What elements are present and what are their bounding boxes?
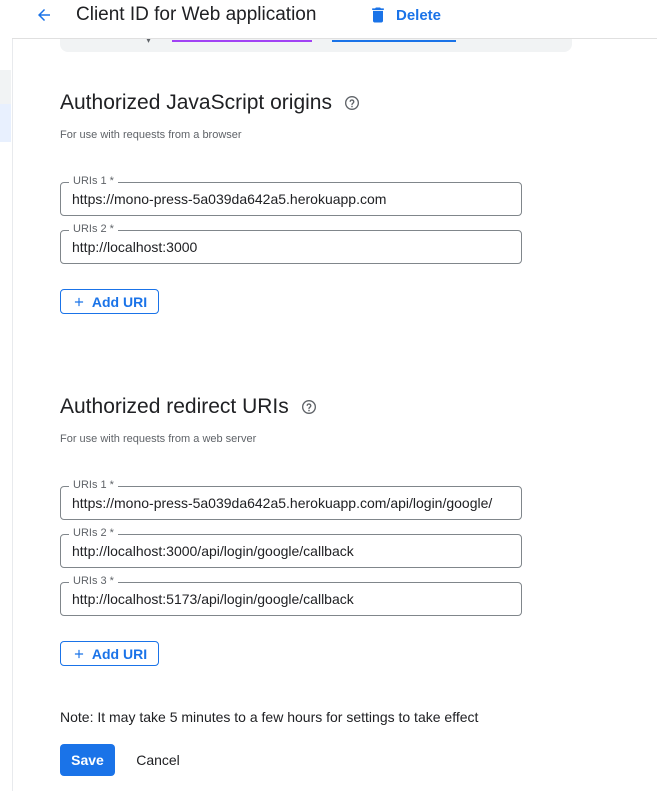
arrow-back-icon	[38, 9, 50, 21]
help-icon[interactable]	[301, 399, 317, 415]
redirect-uri-field-2: URIs 2 *	[60, 526, 522, 568]
plus-icon	[74, 649, 83, 658]
redirect-uri-input-1[interactable]	[72, 487, 513, 519]
js-origins-title-text: Authorized JavaScript origins	[60, 91, 332, 114]
back-button[interactable]	[30, 3, 58, 27]
plus-icon	[74, 297, 83, 306]
redirect-uri-field-3: URIs 3 *	[60, 574, 522, 616]
redirect-uris-subtitle: For use with requests from a web server	[60, 433, 257, 445]
add-js-origin-uri-button[interactable]: Add URI	[60, 289, 159, 314]
js-origins-title: Authorized JavaScript origins	[60, 91, 360, 115]
previous-section-link[interactable]	[332, 40, 456, 42]
redirect-uri-field-1: URIs 1 *	[60, 478, 522, 520]
js-origins-subtitle: For use with requests from a browser	[60, 129, 242, 141]
js-origin-uri-input-2[interactable]	[72, 231, 513, 263]
page-header: Client ID for Web application Delete	[12, 0, 657, 39]
nav-rail-item-active[interactable]	[0, 104, 11, 142]
redirect-uri-input-2[interactable]	[72, 535, 513, 567]
help-icon[interactable]	[344, 95, 360, 111]
add-uri-label: Add URI	[91, 645, 148, 662]
save-button[interactable]: Save	[60, 744, 115, 776]
page-title: Client ID for Web application	[76, 4, 317, 25]
cancel-button[interactable]: Cancel	[128, 744, 188, 776]
settings-note: Note: It may take 5 minutes to a few hou…	[60, 709, 479, 725]
previous-section-card	[60, 38, 572, 52]
add-uri-label: Add URI	[91, 293, 148, 310]
delete-button[interactable]: Delete	[368, 3, 441, 27]
delete-label: Delete	[396, 6, 442, 24]
redirect-uris-title-text: Authorized redirect URIs	[60, 395, 289, 418]
js-origin-uri-field-2: URIs 2 *	[60, 222, 522, 264]
js-origin-uri-field-1: URIs 1 *	[60, 174, 522, 216]
previous-section-link[interactable]	[172, 40, 312, 42]
trash-icon	[372, 7, 384, 23]
redirect-uris-title: Authorized redirect URIs	[60, 395, 317, 419]
js-origin-uri-input-1[interactable]	[72, 183, 513, 215]
add-redirect-uri-button[interactable]: Add URI	[60, 641, 159, 666]
redirect-uri-input-3[interactable]	[72, 583, 513, 615]
